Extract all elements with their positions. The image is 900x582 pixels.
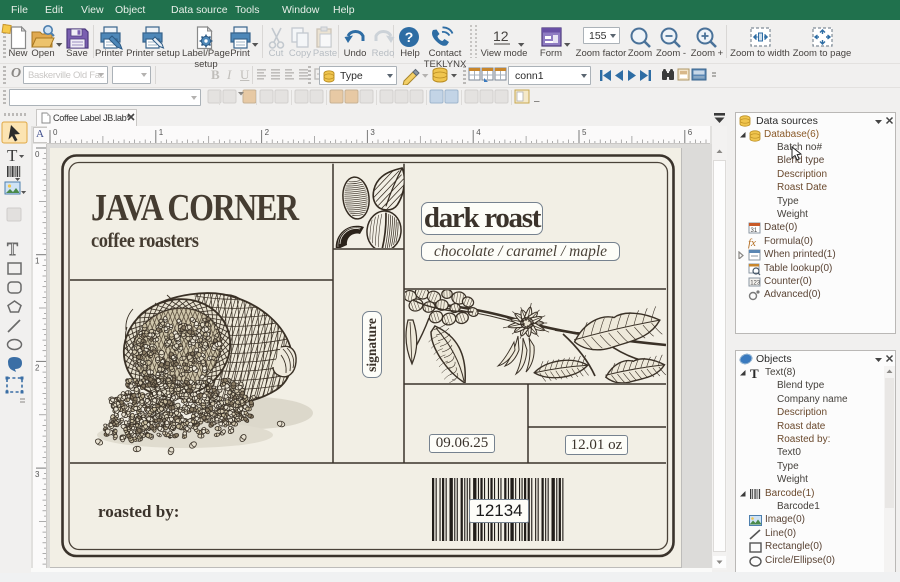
svg-text:2: 2 — [35, 363, 40, 372]
svg-text:5: 5 — [582, 128, 587, 137]
svg-text:2: 2 — [265, 128, 270, 137]
svg-text:1: 1 — [35, 257, 40, 266]
svg-text:3: 3 — [35, 470, 40, 479]
svg-text:0: 0 — [35, 150, 40, 159]
svg-text:4: 4 — [476, 128, 481, 137]
svg-text:6: 6 — [688, 128, 693, 137]
svg-text:1: 1 — [159, 128, 164, 137]
svg-text:T: T — [7, 146, 18, 165]
svg-text:0: 0 — [53, 128, 58, 137]
svg-text:T: T — [750, 367, 759, 380]
svg-text:123: 123 — [750, 280, 761, 286]
svg-text:T: T — [7, 239, 18, 259]
svg-text:31: 31 — [751, 228, 758, 234]
svg-text:fx: fx — [748, 237, 756, 249]
svg-text:3: 3 — [370, 128, 375, 137]
